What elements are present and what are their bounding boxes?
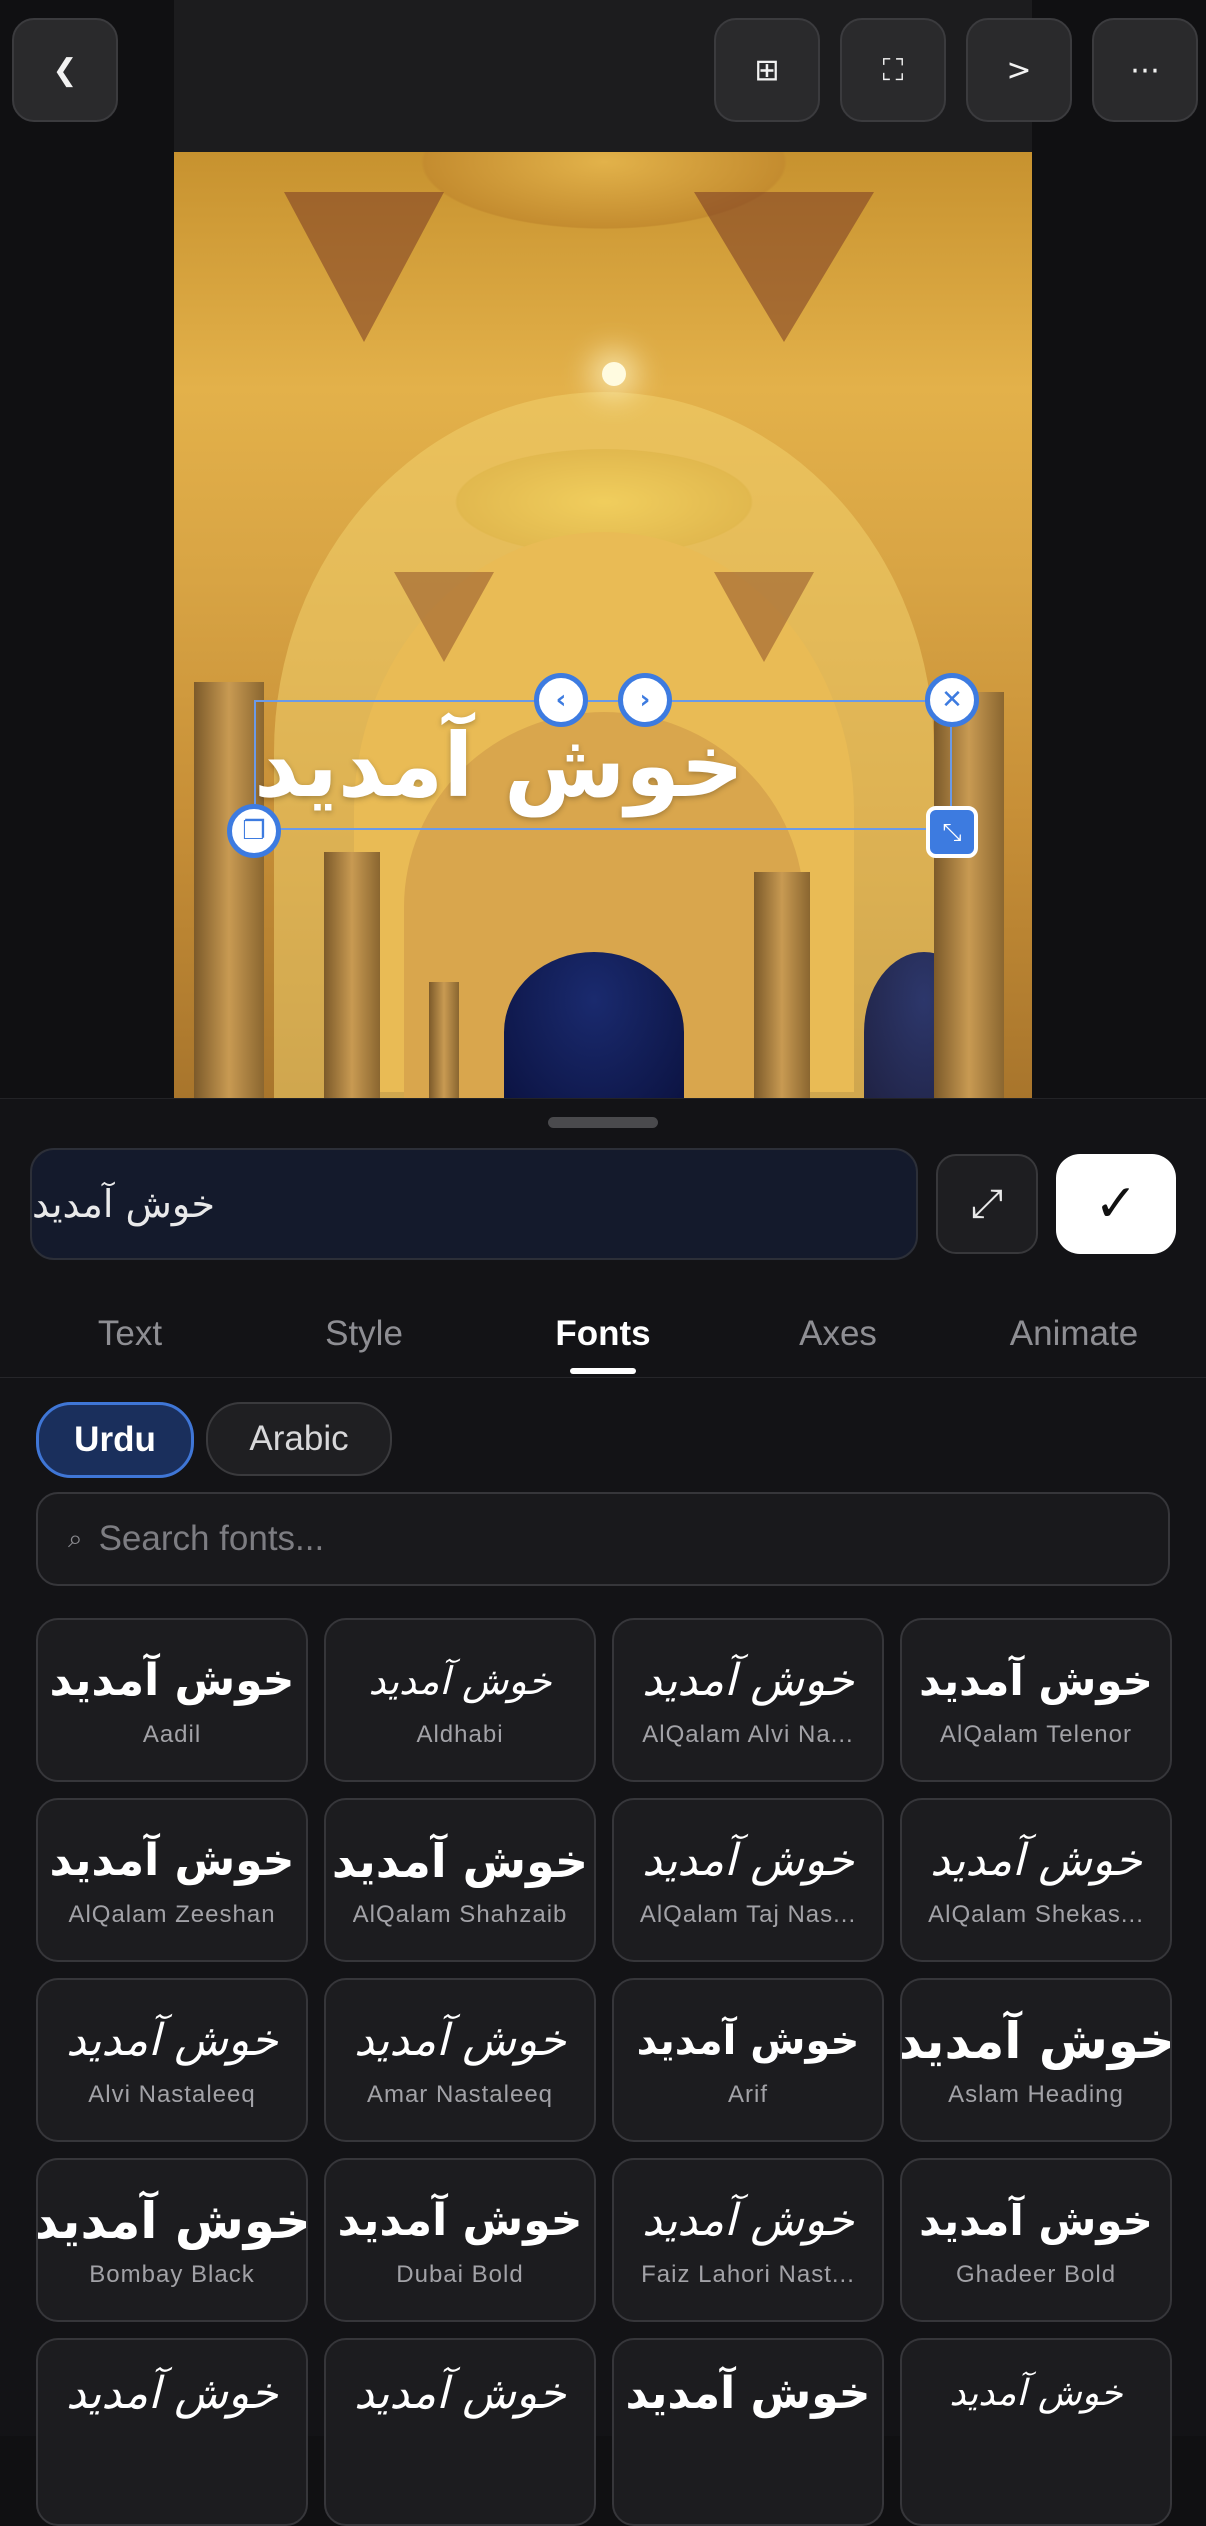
font-card[interactable]: خوش آمدید Dubai Bold — [324, 2158, 596, 2322]
chevron-right-icon: › — [639, 685, 651, 715]
font-sample: خوش آمدید — [354, 2015, 566, 2066]
font-name: Aadil — [142, 1721, 202, 1748]
selection-box — [254, 700, 952, 830]
font-sample: خوش آمدید — [49, 1835, 295, 1886]
chevron-left-icon: ❮ — [52, 52, 78, 88]
font-card[interactable]: خوش آمدید — [900, 2338, 1172, 2526]
tab-text[interactable]: Text — [40, 1290, 220, 1378]
font-name: Arif — [728, 2081, 768, 2108]
font-search-field[interactable]: ⌕ Search fonts... — [36, 1492, 1170, 1586]
tab-fonts[interactable]: Fonts — [512, 1290, 694, 1378]
font-sample: خوش آمدید — [66, 2015, 278, 2066]
font-card[interactable]: خوش آمدید Aslam Heading — [900, 1978, 1172, 2142]
font-card[interactable]: خوش آمدید AlQalam Shahzaib — [324, 1798, 596, 1962]
search-placeholder: Search fonts... — [98, 1519, 325, 1558]
font-name: Aslam Heading — [948, 2081, 1124, 2108]
resize-handle[interactable]: ⤡ — [926, 806, 978, 858]
font-card[interactable]: خوش آمدید — [324, 2338, 596, 2526]
back-button[interactable]: ❮ — [12, 18, 118, 122]
font-sample: خوش آمدید — [900, 2012, 1172, 2070]
font-name: Aldhabi — [416, 1721, 504, 1748]
font-card[interactable]: خوش آمدید — [612, 2338, 884, 2526]
font-sample: خوش آمدید — [930, 1835, 1142, 1886]
more-horizontal-icon: ⋯ — [1130, 52, 1160, 88]
font-sample: خوش آمدید — [49, 1655, 295, 1706]
font-name: AlQalam Zeeshan — [68, 1901, 276, 1928]
duplicate-handle[interactable]: ❐ — [227, 804, 281, 858]
font-sample: خوش آمدید — [949, 2373, 1123, 2414]
font-sample: خوش آمدید — [636, 2018, 860, 2064]
tab-bar: Text Style Fonts Axes Animate — [0, 1290, 1206, 1378]
font-sample: خوش آمدید — [331, 1834, 589, 1888]
active-tab-indicator — [570, 1368, 636, 1374]
font-name: Faiz Lahori Nast... — [641, 2261, 855, 2288]
font-card[interactable]: خوش آمدید Bombay Black — [36, 2158, 308, 2322]
font-name: AlQalam Taj Nas... — [639, 1901, 857, 1928]
tab-animate[interactable]: Animate — [984, 1290, 1164, 1378]
font-card[interactable]: خوش آمدید Alvi Nastaleeq — [36, 1978, 308, 2142]
confirm-button[interactable]: ✓ — [1056, 1154, 1176, 1254]
font-card[interactable]: خوش آمدید — [36, 2338, 308, 2526]
delete-handle[interactable]: ✕ — [925, 673, 979, 727]
tab-axes[interactable]: Axes — [748, 1290, 928, 1378]
tab-style[interactable]: Style — [274, 1290, 454, 1378]
font-name: AlQalam Telenor — [940, 1721, 1132, 1748]
font-sample: خوش آمدید — [337, 2195, 583, 2246]
font-sample: خوش آمدید — [354, 2368, 566, 2419]
font-name: AlQalam Alvi Na... — [642, 1721, 854, 1748]
resize-icon: ⤡ — [942, 818, 962, 846]
font-sample: خوش آمدید — [36, 2192, 308, 2250]
expand-icon: ⤢ — [971, 1181, 1003, 1227]
font-sample: خوش آمدید — [368, 1659, 552, 1703]
font-card[interactable]: خوش آمدید Ghadeer Bold — [900, 2158, 1172, 2322]
duplicate-icon: ❐ — [242, 816, 266, 846]
font-sample: خوش آمدید — [66, 2368, 278, 2419]
font-name: Ghadeer Bold — [955, 2261, 1117, 2288]
font-name: Amar Nastaleeq — [366, 2081, 554, 2108]
font-card[interactable]: خوش آمدید AlQalam Alvi Na... — [612, 1618, 884, 1782]
search-icon: ⌕ — [68, 1523, 83, 1553]
close-icon: ✕ — [941, 685, 963, 715]
font-card[interactable]: خوش آمدید Aldhabi — [324, 1618, 596, 1782]
move-right-handle[interactable]: › — [618, 673, 672, 727]
canvas-photo[interactable] — [174, 152, 1032, 1098]
font-name: Alvi Nastaleeq — [88, 2081, 256, 2108]
expand-button[interactable]: ⤢ — [936, 1154, 1038, 1254]
more-button[interactable]: ⋯ — [1092, 18, 1198, 122]
next-label: > — [1006, 52, 1032, 88]
next-button[interactable]: > — [966, 18, 1072, 122]
fullscreen-icon: ⛶ — [882, 52, 904, 88]
font-sample: خوش آمدید — [642, 2195, 854, 2246]
sheet-grabber[interactable] — [548, 1117, 658, 1128]
move-left-handle[interactable]: ‹ — [534, 673, 588, 727]
checkmark-icon: ✓ — [1094, 1174, 1138, 1234]
font-card[interactable]: خوش آمدید AlQalam Taj Nas... — [612, 1798, 884, 1962]
font-name: Bombay Black — [89, 2261, 255, 2288]
font-name: Dubai Bold — [396, 2261, 524, 2288]
chevron-left-icon: ‹ — [555, 685, 567, 715]
font-sample: خوش آمدید — [919, 2196, 1153, 2245]
filter-chip-urdu[interactable]: Urdu — [36, 1402, 194, 1478]
font-sample: خوش آمدید — [625, 2368, 871, 2419]
filter-chip-arabic[interactable]: Arabic — [206, 1402, 392, 1476]
text-input[interactable]: خوش آمدید — [30, 1148, 918, 1260]
font-card[interactable]: خوش آمدید Aadil — [36, 1618, 308, 1782]
font-sample: خوش آمدید — [642, 1835, 854, 1886]
grid-icon: ⊞ — [754, 52, 780, 88]
font-name: AlQalam Shekas... — [928, 1901, 1144, 1928]
font-sample: خوش آمدید — [642, 1655, 854, 1706]
font-name: AlQalam Shahzaib — [352, 1901, 568, 1928]
font-card[interactable]: خوش آمدید Amar Nastaleeq — [324, 1978, 596, 2142]
font-sample: خوش آمدید — [919, 1656, 1153, 1705]
font-card[interactable]: خوش آمدید AlQalam Telenor — [900, 1618, 1172, 1782]
fullscreen-button[interactable]: ⛶ — [840, 18, 946, 122]
font-card[interactable]: خوش آمدید Faiz Lahori Nast... — [612, 2158, 884, 2322]
grid-button[interactable]: ⊞ — [714, 18, 820, 122]
font-card[interactable]: خوش آمدید AlQalam Zeeshan — [36, 1798, 308, 1962]
font-card[interactable]: خوش آمدید Arif — [612, 1978, 884, 2142]
font-card[interactable]: خوش آمدید AlQalam Shekas... — [900, 1798, 1172, 1962]
